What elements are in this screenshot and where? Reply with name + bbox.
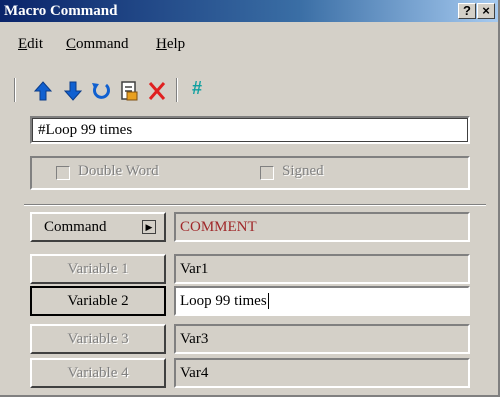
menu-help-hotkey: H	[156, 36, 167, 52]
menu-bar: Edit Command Help	[0, 36, 498, 58]
section-divider	[24, 204, 486, 206]
variable-1-button[interactable]: Variable 1	[30, 254, 166, 284]
move-down-icon[interactable]	[62, 80, 84, 102]
menu-edit[interactable]: Edit	[18, 36, 43, 53]
close-button[interactable]: ×	[477, 3, 495, 19]
help-button[interactable]: ?	[458, 3, 476, 19]
menu-help-label: elp	[166, 36, 186, 52]
title-bar: Macro Command ? ×	[0, 0, 498, 22]
macro-command-window: Macro Command ? × Edit Command Help # #L…	[0, 0, 500, 397]
window-title: Macro Command	[4, 3, 118, 19]
move-up-icon[interactable]	[32, 80, 54, 102]
comment-input[interactable]: #Loop 99 times	[30, 116, 470, 144]
signed-label: Signed	[282, 163, 324, 179]
double-word-checkbox[interactable]	[56, 166, 70, 180]
comment-icon[interactable]: #	[186, 78, 208, 100]
menu-help[interactable]: Help	[156, 36, 185, 53]
variable-2-input[interactable]: Loop 99 times	[174, 286, 470, 316]
delete-icon[interactable]	[146, 80, 168, 102]
variable-4-button[interactable]: Variable 4	[30, 358, 166, 388]
variable-1-value: Var1	[174, 254, 470, 284]
document-icon[interactable]	[118, 80, 140, 102]
signed-checkbox[interactable]	[260, 166, 274, 180]
toolbar-separator	[176, 78, 178, 102]
toolbar-separator	[14, 78, 16, 102]
command-button[interactable]: Command ▶	[30, 212, 166, 242]
double-word-label: Double Word	[78, 163, 159, 179]
text-cursor	[267, 293, 269, 309]
undo-icon[interactable]	[90, 80, 112, 102]
variable-2-input-text: Loop 99 times	[180, 293, 267, 309]
variable-3-value: Var3	[174, 324, 470, 354]
variable-2-button[interactable]: Variable 2	[30, 286, 166, 316]
play-arrow-icon: ▶	[142, 220, 156, 234]
command-button-label: Command	[44, 219, 107, 235]
toolbar: #	[14, 74, 314, 104]
menu-edit-hotkey: E	[18, 36, 28, 52]
menu-edit-label: dit	[27, 36, 44, 52]
menu-command[interactable]: Command	[66, 36, 129, 53]
command-value: COMMENT	[174, 212, 470, 242]
menu-command-label: ommand	[76, 36, 129, 52]
menu-command-hotkey: C	[66, 36, 77, 52]
variable-3-button[interactable]: Variable 3	[30, 324, 166, 354]
variable-4-value: Var4	[174, 358, 470, 388]
options-group: Double Word Signed	[30, 156, 470, 190]
